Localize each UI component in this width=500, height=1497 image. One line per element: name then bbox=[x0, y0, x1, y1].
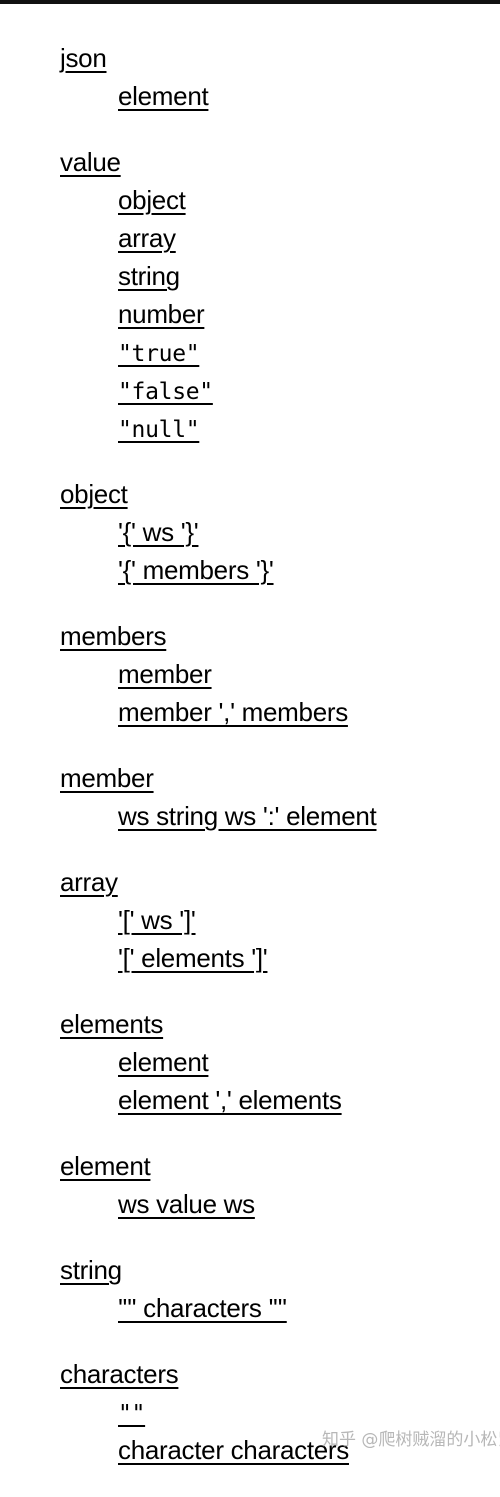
rule-name: value bbox=[0, 143, 500, 181]
rule-name-text: element bbox=[60, 1151, 151, 1181]
rule-name: member bbox=[0, 759, 500, 797]
rule-alternative: element bbox=[0, 77, 500, 115]
rule-alternative-text: member bbox=[118, 659, 212, 689]
rule-alternative-text: array bbox=[118, 223, 176, 253]
rule-name: string bbox=[0, 1251, 500, 1289]
rule-alternative-text: member ',' members bbox=[118, 697, 348, 727]
rule-alternative: member bbox=[0, 655, 500, 693]
rule-alternative-text: '[' ws ']' bbox=[118, 905, 196, 935]
grammar-rule-elements: elements element element ',' elements bbox=[0, 1005, 500, 1119]
rule-alternative: '[' elements ']' bbox=[0, 939, 500, 977]
rule-name-text: array bbox=[60, 867, 118, 897]
rule-alternative-text: element bbox=[118, 81, 209, 111]
rule-alternative-text: string bbox=[118, 261, 180, 291]
rule-name: members bbox=[0, 617, 500, 655]
rule-name: json bbox=[0, 39, 500, 77]
rule-alternative: element bbox=[0, 1043, 500, 1081]
top-border bbox=[0, 0, 500, 4]
rule-name-text: value bbox=[60, 147, 121, 177]
rule-alternative: element ',' elements bbox=[0, 1081, 500, 1119]
rule-alternative: object bbox=[0, 181, 500, 219]
rule-alternative: '"' characters '"' bbox=[0, 1289, 500, 1327]
rule-alternative-text: "true" bbox=[118, 341, 200, 367]
rule-name-text: member bbox=[60, 763, 154, 793]
rule-alternative: '[' ws ']' bbox=[0, 901, 500, 939]
rule-name-text: members bbox=[60, 621, 167, 651]
rule-alternative: "true" bbox=[0, 333, 500, 371]
rule-name-text: string bbox=[60, 1255, 122, 1285]
rule-alternative: array bbox=[0, 219, 500, 257]
rule-alternative-text: '{' ws '}' bbox=[118, 517, 199, 547]
rule-alternative: ws value ws bbox=[0, 1185, 500, 1223]
rule-name: elements bbox=[0, 1005, 500, 1043]
rule-alternative-text: ws value ws bbox=[118, 1189, 255, 1219]
rule-alternative-text: element ',' elements bbox=[118, 1085, 342, 1115]
rule-alternative-text: element bbox=[118, 1047, 209, 1077]
rule-alternative-text: '{' members '}' bbox=[118, 555, 274, 585]
rule-alternative-text: object bbox=[118, 185, 186, 215]
rule-alternative: "false" bbox=[0, 371, 500, 409]
grammar-rule-member: member ws string ws ':' element bbox=[0, 759, 500, 835]
rule-name-text: characters bbox=[60, 1359, 179, 1389]
rule-alternative-text: character characters bbox=[118, 1435, 349, 1465]
rule-alternative-text: "false" bbox=[118, 379, 213, 405]
rule-alternative: member ',' members bbox=[0, 693, 500, 731]
grammar-rule-string: string '"' characters '"' bbox=[0, 1251, 500, 1327]
rule-name-text: elements bbox=[60, 1009, 164, 1039]
grammar-rule-value: value object array string number "true" "false… bbox=[0, 143, 500, 447]
rule-name: object bbox=[0, 475, 500, 513]
rule-name: characters bbox=[0, 1355, 500, 1393]
rule-alternative-text: number bbox=[118, 299, 205, 329]
grammar-rule-array: array '[' ws ']' '[' elements ']' bbox=[0, 863, 500, 977]
rule-alternative: string bbox=[0, 257, 500, 295]
watermark: 知乎 @爬树贼溜的小松鼠 bbox=[322, 1430, 500, 1450]
rule-alternative-text: '"' characters '"' bbox=[118, 1293, 287, 1323]
json-grammar: json element value object array string number "… bbox=[0, 39, 500, 1497]
grammar-rule-members: members member member ',' members bbox=[0, 617, 500, 731]
rule-alternative-text: '[' elements ']' bbox=[118, 943, 268, 973]
rule-alternative-text: ws string ws ':' element bbox=[118, 801, 377, 831]
rule-name: element bbox=[0, 1147, 500, 1185]
rule-alternative: '{' ws '}' bbox=[0, 513, 500, 551]
grammar-rule-object: object '{' ws '}' '{' members '}' bbox=[0, 475, 500, 589]
grammar-rule-json: json element bbox=[0, 39, 500, 115]
rule-alternative: number bbox=[0, 295, 500, 333]
rule-name-text: json bbox=[60, 43, 107, 73]
rule-alternative: "null" bbox=[0, 409, 500, 447]
rule-alternative: ws string ws ':' element bbox=[0, 797, 500, 835]
rule-name-text: object bbox=[60, 479, 128, 509]
grammar-rule-characters: characters "" character characters bbox=[0, 1355, 500, 1469]
rule-name: array bbox=[0, 863, 500, 901]
rule-alternative-text: "" bbox=[118, 1401, 146, 1427]
rule-alternative-text: "null" bbox=[118, 417, 200, 443]
grammar-rule-element: element ws value ws bbox=[0, 1147, 500, 1223]
rule-alternative: '{' members '}' bbox=[0, 551, 500, 589]
